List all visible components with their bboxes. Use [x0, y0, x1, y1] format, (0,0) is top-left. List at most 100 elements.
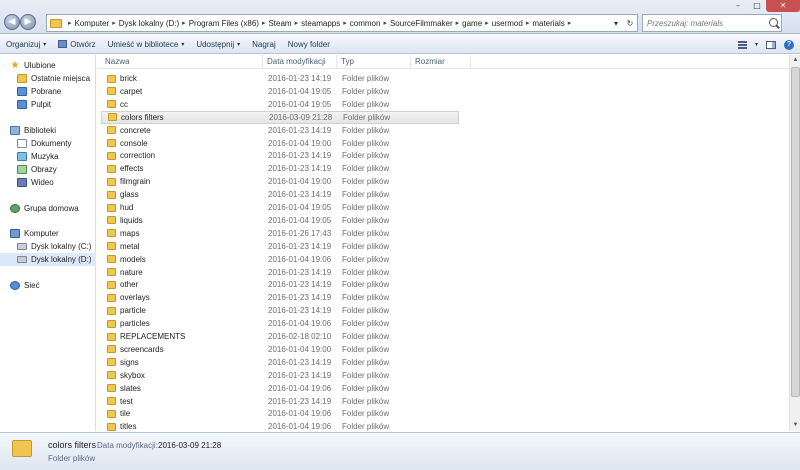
breadcrumb-separator-icon[interactable]: ▸ [65, 19, 75, 27]
table-row[interactable]: cc 2016-01-04 19:05 Folder plików [101, 98, 459, 111]
table-row[interactable]: signs 2016-01-23 14:19 Folder plików [101, 356, 459, 369]
open-button[interactable]: Otwórz [52, 35, 101, 54]
table-row[interactable]: brick 2016-01-23 14:19 Folder plików [101, 72, 459, 85]
sidebar-item-music[interactable]: Muzyka [0, 150, 96, 163]
file-date: 2016-01-23 14:19 [268, 190, 332, 200]
breadcrumb-item[interactable]: ▸ Program Files (x86) [179, 15, 259, 31]
table-row[interactable]: filmgrain 2016-01-04 19:00 Folder plików [101, 175, 459, 188]
breadcrumb-separator-icon[interactable]: ▸ [259, 19, 269, 27]
add-to-library-button[interactable]: Umieść w bibliotece ▾ [102, 35, 191, 54]
table-row[interactable]: glass 2016-01-23 14:19 Folder plików [101, 188, 459, 201]
new-folder-button[interactable]: Nowy folder [282, 35, 336, 54]
breadcrumb-item[interactable]: ▸ common [340, 15, 380, 31]
table-row[interactable]: concrete 2016-01-23 14:19 Folder plików [101, 124, 459, 137]
search-icon[interactable] [769, 18, 778, 27]
table-row[interactable]: slates 2016-01-04 19:06 Folder plików [101, 382, 459, 395]
breadcrumb-separator-icon[interactable]: ▸ [523, 19, 533, 27]
burn-button[interactable]: Nagraj [246, 35, 282, 54]
table-row[interactable]: test 2016-01-23 14:19 Folder plików [101, 395, 459, 408]
scroll-up-icon[interactable]: ▲ [791, 56, 800, 65]
table-row[interactable]: carpet 2016-01-04 19:05 Folder plików [101, 85, 459, 98]
breadcrumb-item[interactable]: ▸ Dysk lokalny (D:) [109, 15, 179, 31]
column-header-size[interactable]: Rozmiar [411, 55, 471, 69]
column-header-date[interactable]: Data modyfikacji [263, 55, 337, 69]
breadcrumb-separator-icon[interactable]: ▸ [292, 19, 302, 27]
file-name: metal [120, 241, 140, 251]
breadcrumb-separator-icon[interactable]: ▸ [565, 19, 575, 27]
table-row[interactable]: particle 2016-01-23 14:19 Folder plików [101, 304, 459, 317]
table-row[interactable]: hud 2016-01-04 19:05 Folder plików [101, 201, 459, 214]
breadcrumb-item[interactable]: ▸ Komputer [65, 15, 109, 31]
file-type: Folder plików [342, 164, 390, 174]
column-header-type[interactable]: Typ [337, 55, 411, 69]
back-button[interactable]: ◀ [4, 14, 20, 30]
sidebar-homegroup[interactable]: Grupa domowa [0, 202, 96, 215]
add-to-library-label: Umieść w bibliotece [107, 39, 179, 49]
breadcrumb-item[interactable]: ▸ Steam [259, 15, 292, 31]
table-row[interactable]: tile 2016-01-04 19:06 Folder plików [101, 407, 459, 420]
sidebar-libraries[interactable]: Biblioteki [0, 124, 96, 137]
sidebar-network[interactable]: Sieć [0, 279, 96, 292]
search-input[interactable] [643, 15, 765, 31]
table-row[interactable]: screencards 2016-01-04 19:00 Folder plików [101, 343, 459, 356]
table-row[interactable]: correction 2016-01-23 14:19 Folder plików [101, 149, 459, 162]
sidebar-item-drive-d[interactable]: Dysk lokalny (D:) [0, 253, 96, 266]
sidebar-item-drive-c[interactable]: Dysk lokalny (C:) [0, 240, 96, 253]
sidebar-favorites[interactable]: ★ Ulubione [0, 59, 96, 72]
table-row[interactable]: metal 2016-01-23 14:19 Folder plików [101, 240, 459, 253]
breadcrumb-separator-icon[interactable]: ▸ [340, 19, 350, 27]
maximize-button[interactable]: □ [748, 0, 766, 12]
table-row[interactable]: particles 2016-01-04 19:06 Folder plików [101, 317, 459, 330]
file-type: Folder plików [342, 241, 390, 251]
column-header-name[interactable]: Nazwa [101, 55, 263, 69]
table-row[interactable]: maps 2016-01-26 17:43 Folder plików [101, 227, 459, 240]
breadcrumb-item[interactable]: ▸ game [453, 15, 483, 31]
minimize-button[interactable]: – [728, 0, 748, 12]
table-row[interactable]: overlays 2016-01-23 14:19 Folder plików [101, 291, 459, 304]
share-button[interactable]: Udostępnij ▾ [190, 35, 246, 54]
breadcrumb-separator-icon[interactable]: ▸ [179, 19, 189, 27]
breadcrumb-separator-icon[interactable]: ▸ [482, 19, 492, 27]
close-button[interactable]: ✕ [766, 0, 800, 12]
sidebar-item-videos[interactable]: Wideo [0, 176, 96, 189]
breadcrumb-item[interactable]: ▸ usermod [482, 15, 523, 31]
table-row[interactable]: skybox 2016-01-23 14:19 Folder plików [101, 369, 459, 382]
address-bar[interactable]: ▸ Komputer ▸ Dysk lokalny (D:) ▸ Program File… [46, 14, 638, 32]
table-row[interactable]: liquids 2016-01-04 19:05 Folder plików [101, 214, 459, 227]
sidebar-computer[interactable]: Komputer [0, 227, 96, 240]
sidebar-item-pictures[interactable]: Obrazy [0, 163, 96, 176]
music-icon [17, 152, 27, 161]
view-options-chevron-icon[interactable]: ▾ [755, 41, 758, 48]
breadcrumb-item[interactable]: ▸ SourceFilmmaker [380, 15, 452, 31]
breadcrumb-separator-icon[interactable]: ▸ [380, 19, 390, 27]
file-name: brick [120, 74, 137, 83]
breadcrumb-item[interactable]: ▸ steamapps [292, 15, 341, 31]
address-dropdown-icon[interactable]: ▾ [609, 19, 623, 28]
sidebar-item-documents[interactable]: Dokumenty [0, 137, 96, 150]
scrollbar-thumb[interactable] [791, 67, 800, 397]
sidebar-item-label: Dysk lokalny (D:) [31, 255, 92, 264]
table-row[interactable]: models 2016-01-04 19:06 Folder plików [101, 253, 459, 266]
scroll-down-icon[interactable]: ▼ [791, 421, 800, 430]
sidebar-item-desktop[interactable]: Pulpit [0, 98, 96, 111]
sidebar-item-recent-places[interactable]: Ostatnie miejsca [0, 72, 96, 85]
table-row[interactable]: effects 2016-01-23 14:19 Folder plików [101, 162, 459, 175]
table-row[interactable]: console 2016-01-04 19:00 Folder plików [101, 137, 459, 150]
preview-pane-icon[interactable] [766, 40, 776, 49]
breadcrumb-item[interactable]: ▸ materials [523, 15, 565, 31]
refresh-icon[interactable]: ↻ [623, 19, 637, 28]
organize-button[interactable]: Organizuj ▾ [0, 35, 52, 54]
table-row[interactable]: nature 2016-01-23 14:19 Folder plików [101, 266, 459, 279]
breadcrumb-separator-icon[interactable]: ▸ [109, 19, 119, 27]
change-view-icon[interactable] [737, 40, 747, 49]
search-box[interactable] [642, 14, 782, 32]
table-row[interactable]: REPLACEMENTS 2016-02-18 02:10 Folder plikó… [101, 330, 459, 343]
videos-icon [17, 178, 27, 187]
forward-button[interactable]: ▶ [20, 14, 36, 30]
help-icon[interactable]: ? [784, 39, 794, 50]
breadcrumb-separator-icon[interactable]: ▸ [453, 19, 463, 27]
vertical-scrollbar[interactable]: ▲ ▼ [789, 55, 800, 431]
sidebar-item-downloads[interactable]: Pobrane [0, 85, 96, 98]
table-row[interactable]: other 2016-01-23 14:19 Folder plików [101, 278, 459, 291]
table-row[interactable]: colors filters 2016-03-09 21:28 Folder pli… [101, 110, 459, 124]
